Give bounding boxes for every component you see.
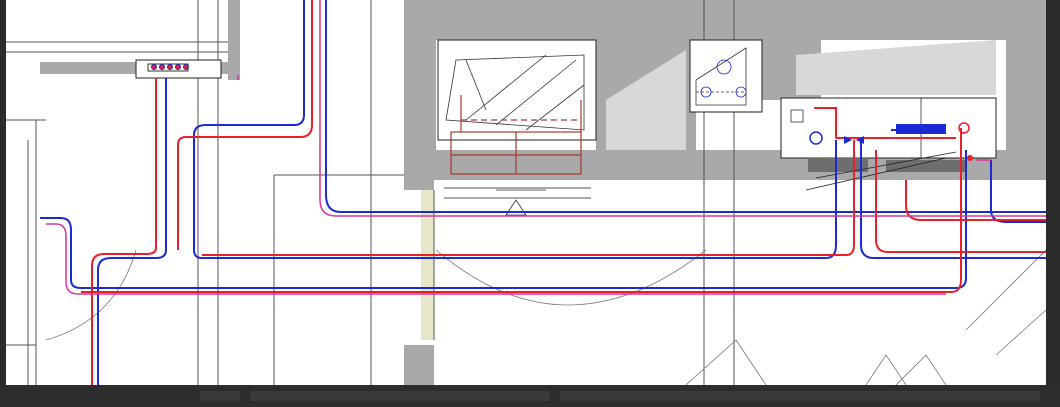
status-block (250, 391, 550, 401)
cad-window (0, 0, 1060, 407)
floor-plan-drawing (6, 0, 1046, 385)
status-bar (0, 385, 1060, 407)
status-block (560, 391, 1040, 401)
vertical-scrollbar[interactable] (1046, 0, 1060, 385)
status-block (200, 391, 240, 401)
door-swing-icon (45, 249, 1046, 385)
drawing-viewport[interactable] (6, 0, 1046, 385)
